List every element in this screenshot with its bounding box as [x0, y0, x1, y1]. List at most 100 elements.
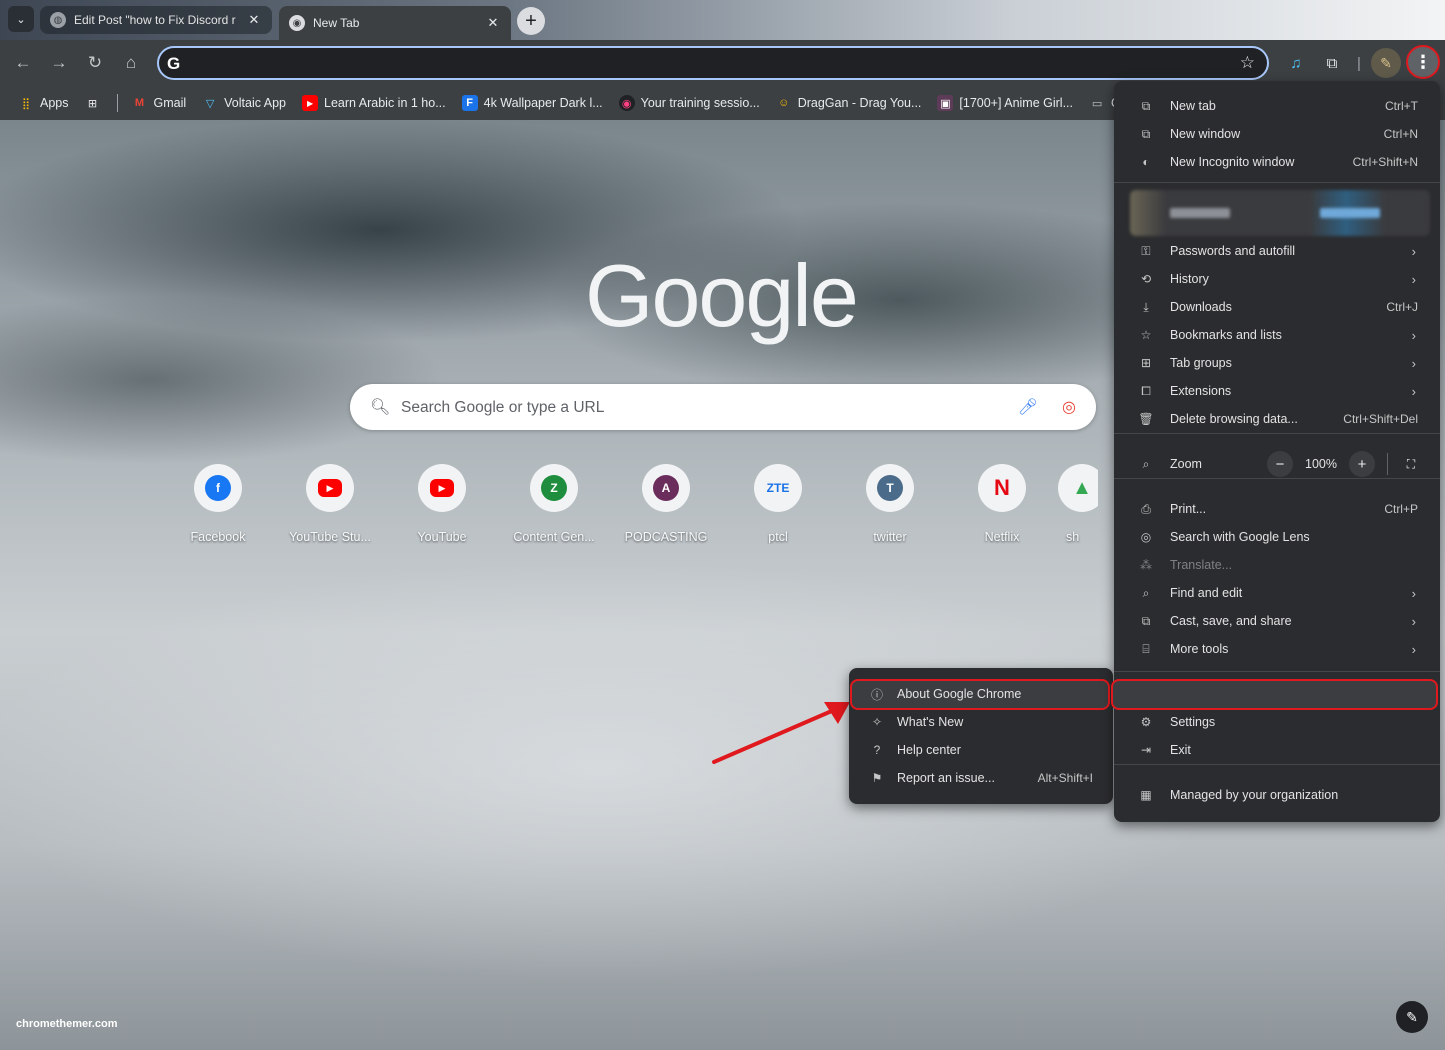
menu-item-label: Tab groups [1170, 356, 1232, 370]
help-item-label: About Google Chrome [897, 687, 1022, 701]
bookmark-draggan[interactable]: ☺ DragGan - Drag You... [776, 95, 921, 111]
shortcut-icon-circle: ▲ [1058, 464, 1098, 512]
key-icon: ⚿ [1141, 243, 1151, 258]
shortcut-tile[interactable]: ZTE ptcl [722, 464, 834, 544]
help-item-report-an-issue[interactable]: ⚑ Report an issue... Alt+Shift+I [849, 764, 1113, 792]
menu-item-print[interactable]: ⎙ Print... Ctrl+P [1114, 495, 1440, 523]
help-item-help-center[interactable]: ? Help center [849, 736, 1113, 764]
menu-item-new-window[interactable]: ⧉ New window Ctrl+N [1114, 120, 1440, 148]
shortcut-tile[interactable]: ▶ YouTube [386, 464, 498, 544]
menu-item-exit[interactable]: ⇥ Exit [1114, 736, 1440, 764]
bookmark-anime[interactable]: ▣ [1700+] Anime Girl... [937, 95, 1073, 111]
shortcut-tile[interactable]: Z Content Gen... [498, 464, 610, 544]
menu-item-label: Translate... [1170, 558, 1233, 572]
close-icon[interactable]: ✕ [485, 15, 501, 31]
shortcut-icon-circle: Z [530, 464, 578, 512]
help-item-label: Report an issue... [897, 771, 995, 785]
bookmark-learn-arabic[interactable]: ▶ Learn Arabic in 1 ho... [302, 95, 446, 111]
microphone-icon[interactable]: 🎤︎ [1018, 397, 1038, 417]
menu-item-passwords-and-autofill[interactable]: ⚿ Passwords and autofill › [1114, 237, 1440, 265]
help-item-label: What's New [897, 715, 964, 729]
zoom-out-button[interactable]: − [1267, 451, 1293, 477]
puzzle-icon[interactable]: ⧉ [1319, 50, 1345, 76]
incognito-icon: ◐ [1142, 155, 1150, 169]
menu-item-label: More tools [1170, 642, 1229, 656]
menu-item-tab-groups[interactable]: ⊞ Tab groups › [1114, 349, 1440, 377]
bookmark-gmail[interactable]: M Gmail [132, 95, 186, 111]
report-icon: ⚑ [871, 771, 883, 785]
bookmark-tab-groups[interactable]: ⊞ [85, 95, 101, 111]
tab-search-icon[interactable]: ⌄ [8, 6, 34, 32]
profile-avatar[interactable]: ✎ [1371, 48, 1401, 78]
shortcut-tile[interactable]: A PODCASTING [610, 464, 722, 544]
shortcut-tile[interactable]: f Facebook [162, 464, 274, 544]
home-icon[interactable]: ⌂ [118, 50, 144, 76]
menu-item-label: New Incognito window [1170, 155, 1295, 169]
bookmark-voltaic[interactable]: ▽ Voltaic App [202, 95, 286, 111]
profile-row[interactable] [1130, 190, 1430, 236]
customize-pencil-icon[interactable]: ✎ [1396, 1001, 1428, 1033]
extension-icon[interactable]: ♫ [1283, 50, 1309, 76]
menu-item-extensions[interactable]: ⧠ Extensions › [1114, 377, 1440, 405]
zoom-value: 100% [1305, 457, 1337, 471]
shortcut-favicon-icon: ▲ [1072, 476, 1092, 499]
lens-icon: ◎ [1140, 530, 1152, 544]
menu-item-shortcut: Ctrl+Shift+N [1352, 155, 1418, 169]
tab-title: New Tab [313, 16, 360, 30]
chevron-right-icon: › [1411, 585, 1416, 601]
menu-item-find-and-edit[interactable]: ⌕ Find and edit › [1114, 579, 1440, 607]
search-box[interactable]: 🔍︎ Search Google or type a URL 🎤︎ ◎ [350, 384, 1096, 430]
google-logo: Google [585, 246, 859, 345]
menu-item-history[interactable]: ⟲ History › [1114, 265, 1440, 293]
bookmark-apps[interactable]: ⣿ Apps [18, 95, 69, 111]
menu-item-more-tools[interactable]: ⌸ More tools › [1114, 635, 1440, 663]
shortcut-tile[interactable]: Ttwitter [834, 464, 946, 544]
forward-arrow-icon[interactable]: → [46, 50, 72, 76]
new-tab-plus-icon[interactable]: + [517, 7, 545, 35]
back-arrow-icon[interactable]: ← [10, 50, 36, 76]
bookmark-4k-wallpaper[interactable]: F 4k Wallpaper Dark l... [461, 95, 603, 111]
toolbar-divider: | [1357, 54, 1361, 72]
menu-item-shortcut: Ctrl+T [1385, 99, 1418, 113]
shortcut-label: ptcl [768, 530, 788, 544]
theme-credit[interactable]: chromethemer.com [16, 1018, 117, 1030]
menu-item-new-tab[interactable]: ⧉ New tab Ctrl+T [1114, 92, 1440, 120]
menu-item-cast-save-and-share[interactable]: ⧉ Cast, save, and share › [1114, 607, 1440, 635]
toolbox-icon: ⌸ [1142, 641, 1150, 656]
fullscreen-icon[interactable]: ⛶ [1400, 453, 1422, 475]
anime-icon: ▣ [937, 95, 954, 111]
google-lens-icon[interactable]: ◎ [1062, 397, 1076, 417]
menu-item-managed-by-your-organization[interactable]: ▦ Managed by your organization [1114, 781, 1440, 809]
reload-icon[interactable]: ↻ [82, 50, 108, 76]
menu-item-shortcut: Ctrl+J [1386, 300, 1418, 314]
bookmark-label: Learn Arabic in 1 ho... [324, 96, 446, 110]
help-item-what-s-new[interactable]: ✧ What's New [849, 708, 1113, 736]
menu-item-search-with-google-lens[interactable]: ◎ Search with Google Lens [1114, 523, 1440, 551]
bookmark-star-icon[interactable]: ☆ [1240, 53, 1255, 73]
shortcut-tile[interactable]: ▲ sh [1058, 464, 1098, 544]
help-item-about-google-chrome[interactable]: ⓘ About Google Chrome [849, 680, 1113, 708]
shortcut-icon-circle: N [978, 464, 1026, 512]
bookmark-training[interactable]: ◉ Your training sessio... [618, 95, 760, 111]
bookmark-label: Apps [40, 96, 69, 110]
menu-item-bookmarks-and-lists[interactable]: ☆ Bookmarks and lists › [1114, 321, 1440, 349]
menu-item-settings[interactable]: ⚙ Settings [1114, 708, 1440, 736]
shortcut-icon-circle: T [866, 464, 914, 512]
tab-new-tab[interactable]: ◉ New Tab ✕ [279, 6, 511, 40]
shortcut-tile[interactable]: N Netflix [946, 464, 1058, 544]
kebab-menu-icon[interactable]: ⋮ [1406, 45, 1440, 79]
menu-item-new-incognito-window[interactable]: ◐ New Incognito window Ctrl+Shift+N [1114, 148, 1440, 176]
tab-edit-post[interactable]: ◍ Edit Post "how to Fix Discord r ✕ [40, 6, 272, 34]
menu-item-delete-browsing-data[interactable]: 🗑︎ Delete browsing data... Ctrl+Shift+Del [1114, 405, 1440, 433]
shortcut-label: YouTube [417, 530, 467, 544]
menu-item-translate[interactable]: ⁂ Translate... [1114, 551, 1440, 579]
close-icon[interactable]: ✕ [246, 12, 262, 28]
menu-item-downloads[interactable]: ⤓ Downloads Ctrl+J [1114, 293, 1440, 321]
menu-item-label: Extensions [1170, 384, 1232, 398]
address-bar[interactable]: G ☆ [157, 46, 1269, 80]
search-icon: 🔍︎ [370, 399, 391, 416]
annotation-arrow [712, 702, 850, 764]
menu-item-zoom[interactable]: ⌕ Zoom −100% + ⛶ [1114, 450, 1440, 478]
zoom-in-button[interactable]: + [1349, 451, 1375, 477]
shortcut-tile[interactable]: ▶ YouTube Stu... [274, 464, 386, 544]
